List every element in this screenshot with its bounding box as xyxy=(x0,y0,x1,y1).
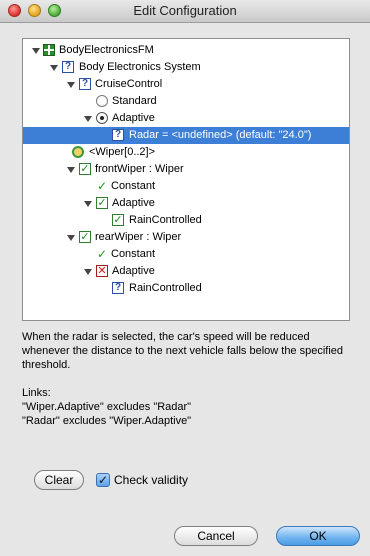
undecided-feature-icon[interactable]: ? xyxy=(79,78,91,90)
expand-triangle-icon[interactable] xyxy=(84,116,92,122)
undefined-attribute-icon[interactable]: ? xyxy=(112,129,124,141)
selected-feature-icon[interactable]: ✓ xyxy=(112,214,124,226)
selected-feature-icon[interactable]: ✓ xyxy=(79,231,91,243)
radio-unselected-icon[interactable] xyxy=(96,95,108,107)
edit-configuration-dialog: Edit Configuration BodyElectronicsFM ? B… xyxy=(0,0,370,556)
tree-row-radar-attribute[interactable]: ? Radar = <undefined> (default: "24.0") xyxy=(23,127,349,144)
tree-row-label: Adaptive xyxy=(112,112,155,124)
expand-triangle-icon[interactable] xyxy=(67,167,75,173)
links-heading: Links: xyxy=(22,387,51,399)
configuration-tree[interactable]: BodyElectronicsFM ? Body Electronics Sys… xyxy=(22,38,350,321)
radio-selected-icon[interactable] xyxy=(96,112,108,124)
checkmark-icon: ✓ xyxy=(97,179,108,193)
tree-row-rearwiper[interactable]: ✓ rearWiper : Wiper xyxy=(23,229,349,246)
tree-row-frontwiper-constant[interactable]: ✓ Constant xyxy=(23,178,349,195)
ok-button[interactable]: OK xyxy=(276,526,360,546)
tree-row-label: CruiseControl xyxy=(95,78,163,90)
undecided-feature-icon[interactable]: ? xyxy=(62,61,74,73)
tree-row-cruisecontrol[interactable]: ? CruiseControl xyxy=(23,76,349,93)
tree-row-label: Radar = <undefined> (default: "24.0") xyxy=(129,129,312,141)
excluded-feature-icon[interactable]: ✕ xyxy=(96,265,108,277)
tree-row-label: Adaptive xyxy=(112,265,155,277)
tree-row-rearwiper-raincontrolled[interactable]: ? RainControlled xyxy=(23,280,349,297)
expand-triangle-icon[interactable] xyxy=(50,65,58,71)
expand-triangle-icon[interactable] xyxy=(32,48,40,54)
undecided-feature-icon[interactable]: ? xyxy=(112,282,124,294)
tree-row-label: BodyElectronicsFM xyxy=(59,44,154,56)
tree-row-wiper-reference[interactable]: <Wiper[0..2]> xyxy=(23,144,349,161)
selected-feature-icon[interactable]: ✓ xyxy=(79,163,91,175)
link-constraint-1: "Wiper.Adaptive" excludes "Radar" xyxy=(22,401,192,413)
tree-row-bodyelectronicsfm[interactable]: BodyElectronicsFM xyxy=(23,42,349,59)
tree-row-frontwiper-raincontrolled[interactable]: ✓ RainControlled xyxy=(23,212,349,229)
feature-description: When the radar is selected, the car's sp… xyxy=(22,330,352,428)
checkmark-icon: ✓ xyxy=(97,247,108,261)
cancel-button[interactable]: Cancel xyxy=(174,526,258,546)
clear-button[interactable]: Clear xyxy=(34,470,84,490)
tree-row-label: Adaptive xyxy=(112,197,155,209)
check-validity-checkbox[interactable]: ✓ xyxy=(96,473,110,487)
expand-triangle-icon[interactable] xyxy=(84,269,92,275)
feature-model-icon xyxy=(43,44,55,56)
tree-row-label: Body Electronics System xyxy=(79,61,201,73)
tree-row-label: Standard xyxy=(112,95,157,107)
expand-triangle-icon[interactable] xyxy=(67,82,75,88)
tree-row-frontwiper[interactable]: ✓ frontWiper : Wiper xyxy=(23,161,349,178)
tree-row-body-electronics-system[interactable]: ? Body Electronics System xyxy=(23,59,349,76)
tree-row-rearwiper-adaptive[interactable]: ✕ Adaptive xyxy=(23,263,349,280)
tree-row-rearwiper-constant[interactable]: ✓ Constant xyxy=(23,246,349,263)
title-bar[interactable]: Edit Configuration xyxy=(0,0,370,23)
check-validity-label[interactable]: Check validity xyxy=(114,473,188,487)
tree-row-adaptive[interactable]: Adaptive xyxy=(23,110,349,127)
feature-reference-icon xyxy=(72,146,84,158)
tree-row-label: RainControlled xyxy=(129,282,202,294)
tree-row-standard[interactable]: Standard xyxy=(23,93,349,110)
description-text: When the radar is selected, the car's sp… xyxy=(22,331,344,371)
expand-triangle-icon[interactable] xyxy=(67,235,75,241)
tree-row-label: Constant xyxy=(111,180,156,192)
link-constraint-2: "Radar" excludes "Wiper.Adaptive" xyxy=(22,415,192,427)
expand-triangle-icon[interactable] xyxy=(84,201,92,207)
tree-row-label: Constant xyxy=(111,248,156,260)
tree-row-label: rearWiper : Wiper xyxy=(95,231,182,243)
tree-row-label: frontWiper : Wiper xyxy=(95,163,184,175)
tree-row-label: <Wiper[0..2]> xyxy=(89,146,156,158)
tree-row-frontwiper-adaptive[interactable]: ✓ Adaptive xyxy=(23,195,349,212)
window-title: Edit Configuration xyxy=(133,3,237,18)
tree-row-label: RainControlled xyxy=(129,214,202,226)
selected-feature-icon[interactable]: ✓ xyxy=(96,197,108,209)
